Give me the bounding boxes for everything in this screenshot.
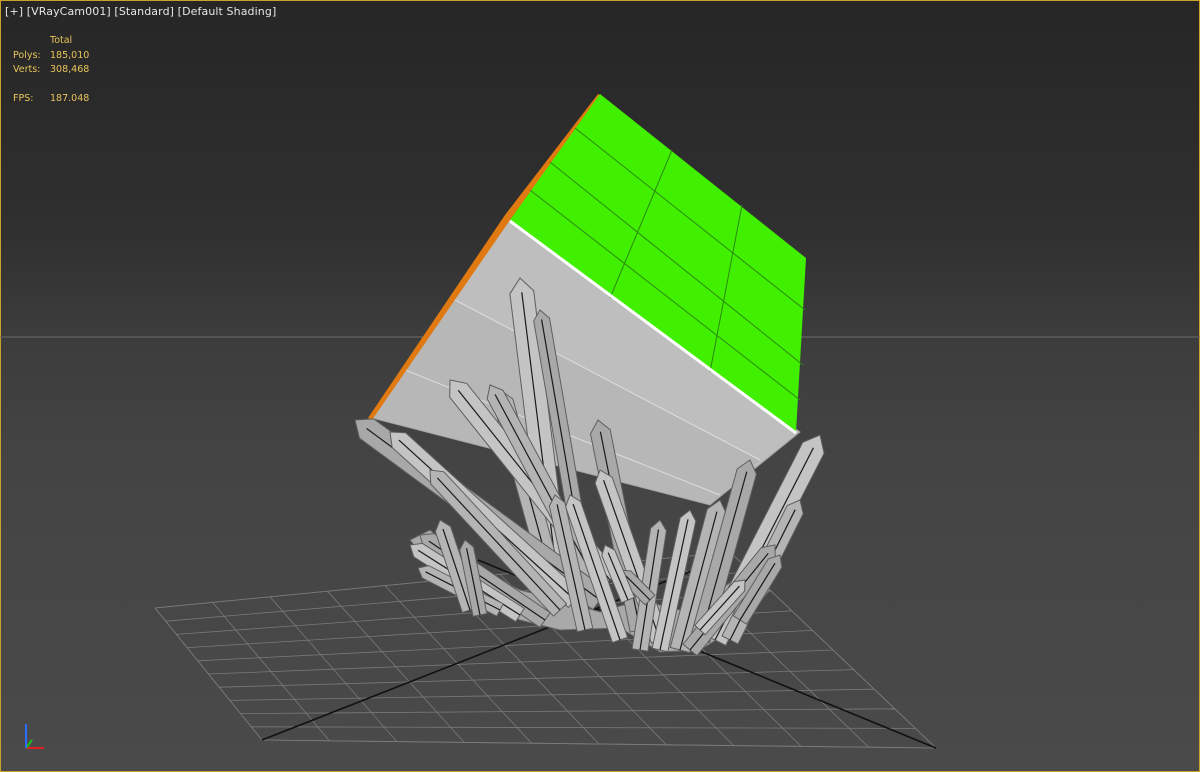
viewport-statistics: Total Polys: 185,010 Verts: 308,468 FPS: 18… xyxy=(13,34,89,107)
viewport-label: [+] [VRayCam001] [Standard] [Default Sha… xyxy=(5,5,276,18)
polys-value: 185,010 xyxy=(50,49,90,61)
stats-total-header: Total xyxy=(50,35,73,46)
scene-canvas[interactable] xyxy=(0,0,1200,772)
3d-viewport[interactable]: [+] [VRayCam001] [Standard] [Default Sha… xyxy=(0,0,1200,772)
polys-label: Polys: xyxy=(13,49,41,61)
viewport-mode-selector[interactable]: [Standard] xyxy=(114,5,174,18)
fps-label: FPS: xyxy=(13,93,34,104)
shading-mode-selector[interactable]: [Default Shading] xyxy=(178,5,277,18)
fps-value: 187.048 xyxy=(50,93,90,104)
xyz-axis-tripod-icon xyxy=(25,724,44,749)
cube-object[interactable] xyxy=(368,94,806,506)
camera-selector[interactable]: [VRayCam001] xyxy=(27,5,111,18)
verts-label: Verts: xyxy=(13,64,41,75)
verts-value: 308,468 xyxy=(50,64,90,75)
viewport-menu-button[interactable]: [+] xyxy=(5,5,23,18)
